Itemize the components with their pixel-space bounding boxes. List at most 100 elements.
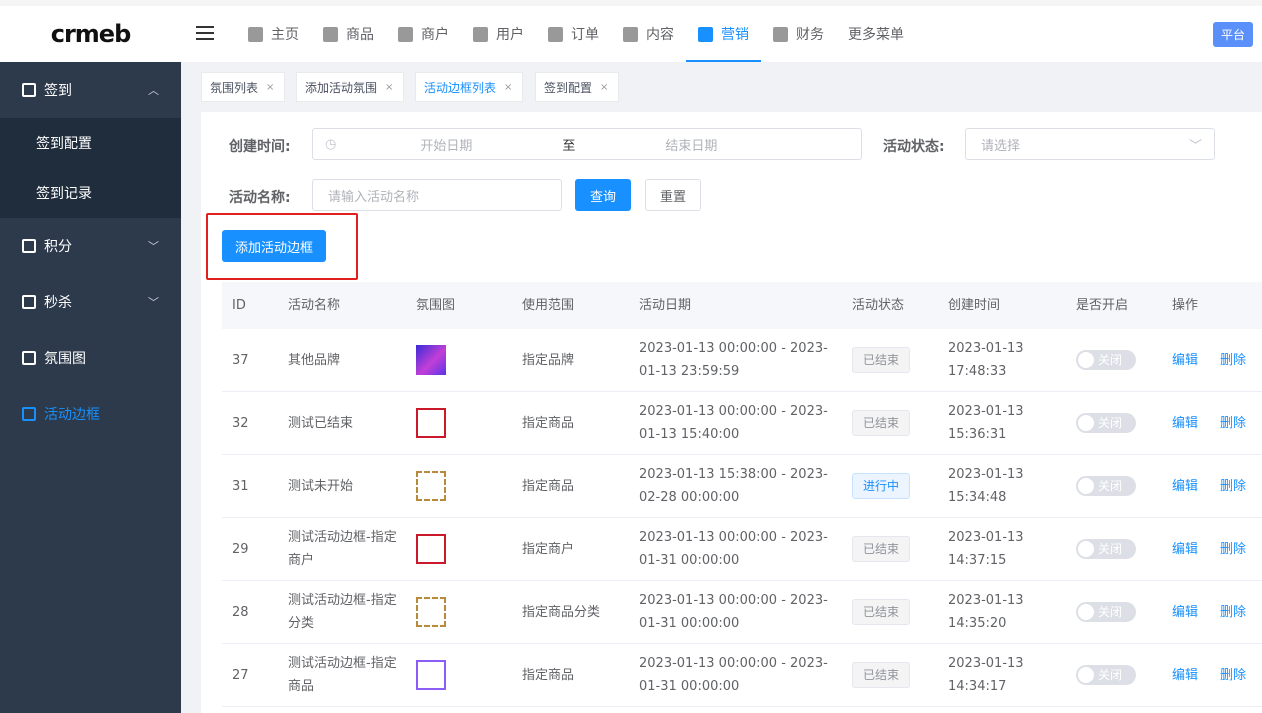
delete-link[interactable]: 删除 (1220, 412, 1246, 435)
main-nav: 主页 商品 商户 用户 订单 内容 营销 财务 更多菜单 (236, 6, 916, 62)
table-row: 27 测试活动边框-指定商品 指定商品 2023-01-13 00:00:00 - 2… (222, 644, 1262, 707)
nav-item-4[interactable]: 订单 (536, 6, 611, 62)
edit-link[interactable]: 编辑 (1172, 538, 1198, 561)
platform-button[interactable]: 平台 (1213, 22, 1253, 47)
tab-2[interactable]: 活动边框列表 × (415, 72, 524, 102)
close-icon[interactable]: × (504, 82, 512, 93)
column-header: 是否开启 (1076, 298, 1129, 313)
status-badge: 已结束 (852, 599, 911, 625)
sidebar-item-signin[interactable]: 签到 ︿ (0, 62, 181, 118)
nav-item-label: 内容 (646, 27, 674, 43)
column-header: 氛围图 (416, 298, 456, 313)
atmosphere-image[interactable] (416, 534, 446, 564)
sidebar-item-signin-record[interactable]: 签到记录 (0, 168, 181, 218)
cell-created: 2023-01-13 14:34:17 (948, 656, 1024, 694)
cell-id: 37 (232, 352, 249, 368)
cell-enabled: 关闭 (1066, 413, 1162, 433)
nav-item-label: 商户 (421, 27, 449, 43)
table-row: 29 测试活动边框-指定商户 指定商户 2023-01-13 00:00:00 - 2… (222, 518, 1262, 581)
cell-date: 2023-01-13 00:00:00 - 2023-01-31 00:00:0… (639, 593, 828, 631)
atmosphere-image[interactable] (416, 660, 446, 690)
atmosphere-image[interactable] (416, 471, 446, 501)
cell-actions: 编辑 删除 (1162, 664, 1262, 687)
edit-link[interactable]: 编辑 (1172, 664, 1198, 687)
nav-item-3[interactable]: 用户 (461, 6, 536, 62)
column-header: 活动名称 (288, 298, 341, 313)
nav-item-8[interactable]: 更多菜单 (836, 6, 916, 62)
edit-link[interactable]: 编辑 (1172, 412, 1198, 435)
end-date-input[interactable]: 结束日期 (665, 135, 717, 154)
frame-icon (22, 407, 36, 421)
created-time-label: 创建时间: (229, 139, 291, 155)
tab-1[interactable]: 添加活动氛围 × (296, 72, 405, 102)
toggle-label: 关闭 (1098, 416, 1123, 430)
cell-actions: 编辑 删除 (1162, 601, 1262, 624)
enable-toggle[interactable]: 关闭 (1076, 602, 1136, 622)
tab-3[interactable]: 签到配置 × (535, 72, 620, 102)
cell-enabled: 关闭 (1066, 665, 1162, 685)
nav-item-5[interactable]: 内容 (611, 6, 686, 62)
close-icon[interactable]: × (385, 82, 393, 93)
enable-toggle[interactable]: 关闭 (1076, 476, 1136, 496)
nav-item-7[interactable]: 财务 (761, 6, 836, 62)
edit-link[interactable]: 编辑 (1172, 601, 1198, 624)
date-range-picker[interactable]: ◷ 开始日期 至 结束日期 (312, 128, 862, 160)
query-button[interactable]: 查询 (575, 179, 631, 211)
tab-label: 签到配置 (544, 80, 593, 95)
cell-name: 测试活动边框-指定商品 (288, 656, 397, 694)
nav-item-2[interactable]: 商户 (386, 6, 461, 62)
chevron-down-icon: ﹀ (1188, 138, 1202, 154)
close-icon[interactable]: × (266, 82, 274, 93)
delete-link[interactable]: 删除 (1220, 538, 1246, 561)
cell-scope: 指定品牌 (522, 352, 575, 368)
mug-icon (22, 351, 36, 365)
tab-0[interactable]: 氛围列表 × (201, 72, 286, 102)
cell-enabled: 关闭 (1066, 350, 1162, 370)
toggle-label: 关闭 (1098, 542, 1123, 556)
atmosphere-image[interactable] (416, 408, 446, 438)
sidebar-item-atmosphere[interactable]: 氛围图 (0, 330, 181, 386)
delete-link[interactable]: 删除 (1220, 475, 1246, 498)
sidebar-item-points[interactable]: 积分 ﹀ (0, 218, 181, 274)
cell-thumb (406, 345, 512, 375)
nav-item-6[interactable]: 营销 (686, 6, 761, 62)
nav-item-label: 用户 (496, 27, 524, 43)
close-icon[interactable]: × (600, 82, 608, 93)
sidebar-item-seckill[interactable]: 秒杀 ﹀ (0, 274, 181, 330)
status-badge: 已结束 (852, 536, 911, 562)
column-header: 活动日期 (639, 298, 692, 313)
cell-scope: 指定商品 (522, 415, 575, 431)
enable-toggle[interactable]: 关闭 (1076, 539, 1136, 559)
cell-status: 进行中 (842, 473, 938, 499)
atmosphere-image[interactable] (416, 597, 446, 627)
delete-link[interactable]: 删除 (1220, 664, 1246, 687)
logo[interactable]: crmeb (0, 6, 181, 62)
edit-link[interactable]: 编辑 (1172, 349, 1198, 372)
cell-date: 2023-01-13 00:00:00 - 2023-01-13 15:40:0… (639, 404, 828, 442)
delete-link[interactable]: 删除 (1220, 601, 1246, 624)
delete-link[interactable]: 删除 (1220, 349, 1246, 372)
enable-toggle[interactable]: 关闭 (1076, 665, 1136, 685)
edit-link[interactable]: 编辑 (1172, 475, 1198, 498)
enable-toggle[interactable]: 关闭 (1076, 350, 1136, 370)
cell-created: 2023-01-13 15:36:31 (948, 404, 1024, 442)
cell-thumb (406, 597, 512, 627)
cell-created: 2023-01-13 14:37:15 (948, 530, 1024, 568)
sidebar-item-activity-border[interactable]: 活动边框 (0, 386, 181, 442)
sidebar-item-signin-config[interactable]: 签到配置 (0, 118, 181, 168)
status-select[interactable]: 请选择 ﹀ (965, 128, 1215, 160)
add-activity-border-button[interactable]: 添加活动边框 (222, 230, 326, 262)
reset-button[interactable]: 重置 (645, 179, 701, 211)
enable-toggle[interactable]: 关闭 (1076, 413, 1136, 433)
table-row: 28 测试活动边框-指定分类 指定商品分类 2023-01-13 00:00:00 -… (222, 581, 1262, 644)
clock-icon: ◷ (325, 136, 337, 152)
sidebar-item-label: 秒杀 (44, 295, 72, 311)
cup-icon (22, 83, 36, 97)
start-date-input[interactable]: 开始日期 (420, 135, 472, 154)
atmosphere-image[interactable] (416, 345, 446, 375)
nav-item-1[interactable]: 商品 (311, 6, 386, 62)
activity-name-input[interactable]: 请输入活动名称 (312, 179, 562, 211)
nav-item-0[interactable]: 主页 (236, 6, 311, 62)
menu-toggle-icon[interactable] (196, 26, 214, 42)
status-badge: 已结束 (852, 347, 911, 373)
